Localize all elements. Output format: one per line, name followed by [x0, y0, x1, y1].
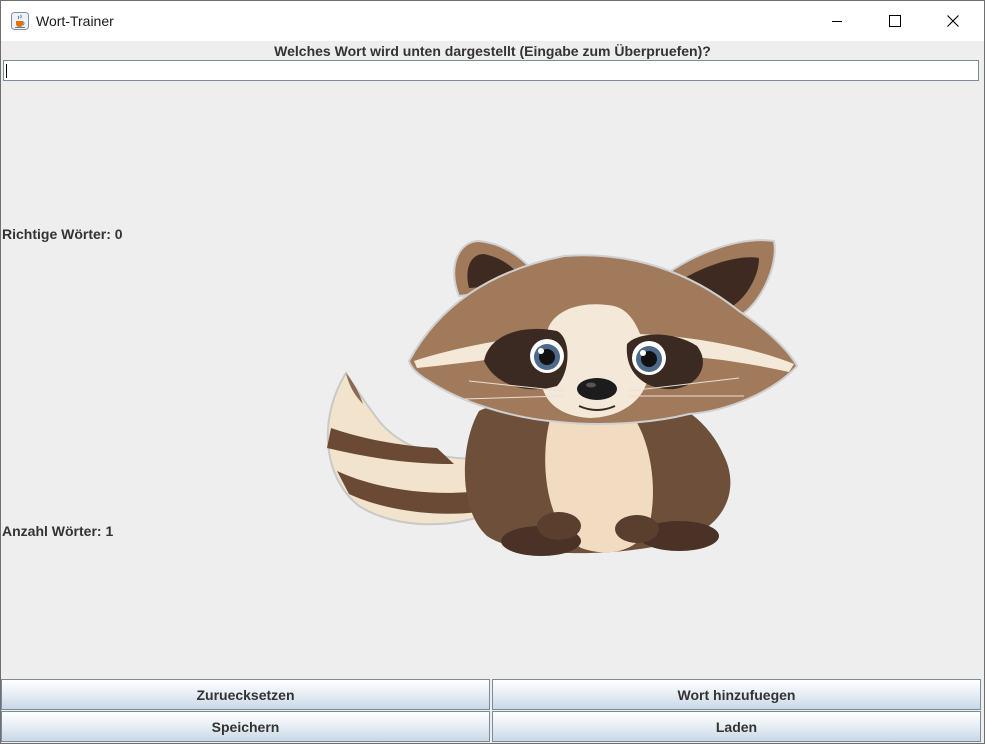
save-button[interactable]: Speichern	[1, 711, 490, 742]
word-count-label: Anzahl Wörter: 1	[2, 523, 114, 539]
raccoon-picture	[326, 239, 799, 556]
close-icon	[947, 15, 959, 27]
app-window: Wort-Trainer Welches Wort wird unten dar…	[0, 0, 985, 744]
text-caret	[6, 64, 7, 78]
window-title: Wort-Trainer	[36, 13, 114, 29]
java-cup-icon	[11, 12, 29, 30]
question-label: Welches Wort wird unten dargestellt (Ein…	[274, 43, 711, 59]
close-button[interactable]	[924, 1, 982, 41]
minimize-icon	[832, 21, 842, 22]
answer-input[interactable]	[3, 60, 979, 81]
correct-words-label: Richtige Wörter: 0	[2, 226, 123, 242]
load-button[interactable]: Laden	[492, 711, 981, 742]
minimize-button[interactable]	[808, 1, 866, 41]
title-bar[interactable]: Wort-Trainer	[1, 1, 984, 41]
content-panel: Welches Wort wird unten dargestellt (Ein…	[1, 41, 984, 743]
maximize-icon	[889, 15, 901, 27]
maximize-button[interactable]	[866, 1, 924, 41]
reset-button[interactable]: Zuruecksetzen	[1, 679, 490, 710]
add-word-button[interactable]: Wort hinzufuegen	[492, 679, 981, 710]
